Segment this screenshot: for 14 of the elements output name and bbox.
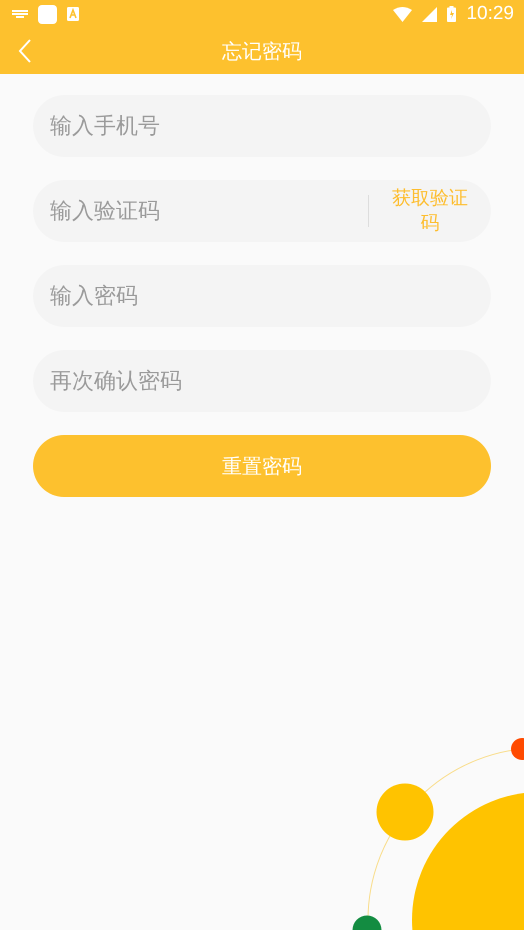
input-field[interactable]: 输入密码 xyxy=(33,265,491,327)
input-field[interactable]: 输入手机号 xyxy=(33,95,491,157)
keyboard-icon xyxy=(12,10,28,18)
signal-icon xyxy=(422,6,438,22)
page-title: 忘记密码 xyxy=(222,38,302,64)
wifi-icon xyxy=(393,6,412,22)
app-icon xyxy=(38,4,57,24)
font-icon xyxy=(67,7,79,21)
get-code-button[interactable]: 获取验证码 xyxy=(369,186,491,236)
clock: 10:29 xyxy=(466,3,514,25)
code-field[interactable]: 输入验证码 获取验证码 xyxy=(33,180,491,242)
input-field[interactable]: 再次确认密码 xyxy=(33,350,491,412)
reset-password-button[interactable]: 重置密码 xyxy=(33,435,491,497)
battery-icon xyxy=(447,6,456,22)
